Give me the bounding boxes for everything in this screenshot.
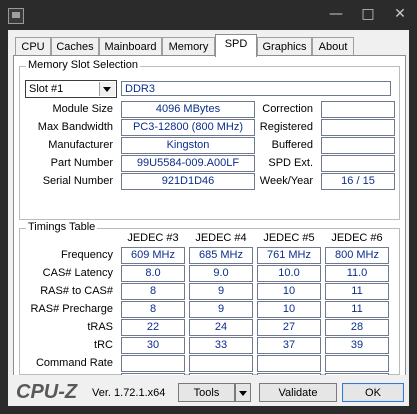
timings-cell: 9.0 xyxy=(189,265,253,282)
timings-row-label: tRAS xyxy=(87,321,113,333)
timings-cell: 33 xyxy=(189,337,253,354)
timings-row-label: Frequency xyxy=(61,249,113,261)
week-year-label: Week/Year xyxy=(259,175,313,187)
registered-value xyxy=(321,119,395,136)
tab-mainboard[interactable]: Mainboard xyxy=(99,37,162,56)
week-year-value: 16 / 15 xyxy=(321,173,395,190)
minimize-button[interactable]: — xyxy=(320,0,352,30)
timings-cell: 37 xyxy=(257,337,321,354)
tab-caches[interactable]: Caches xyxy=(51,37,99,56)
module-size-label: Module Size xyxy=(52,103,113,115)
memory-slot-group: Memory Slot Selection Slot #1 DDR3 Modul… xyxy=(19,59,400,220)
close-button[interactable]: ✕ xyxy=(384,0,416,30)
max-bandwidth-label: Max Bandwidth xyxy=(37,121,113,133)
maximize-button[interactable]: □ xyxy=(352,0,384,30)
tab-spd[interactable]: SPD xyxy=(215,34,257,57)
memory-type-value: DDR3 xyxy=(121,81,391,96)
part-number-label: Part Number xyxy=(50,157,113,169)
ok-button[interactable]: OK xyxy=(342,383,404,402)
spd-ext-label: SPD Ext. xyxy=(268,157,313,169)
timings-cell xyxy=(325,355,389,372)
tab-about[interactable]: About xyxy=(312,37,354,56)
timings-cell: 39 xyxy=(325,337,389,354)
timings-cell: 30 xyxy=(121,337,185,354)
correction-label: Correction xyxy=(262,103,313,115)
buffered-label: Buffered xyxy=(271,139,313,151)
memory-slot-group-title: Memory Slot Selection xyxy=(26,59,141,71)
tools-button[interactable]: Tools xyxy=(178,383,235,402)
timings-column-header: JEDEC #6 xyxy=(331,232,383,244)
timings-cell: 761 MHz xyxy=(257,247,321,264)
timings-cell: 11.0 xyxy=(325,265,389,282)
timings-cell: 10.0 xyxy=(257,265,321,282)
timings-column-header: JEDEC #3 xyxy=(127,232,179,244)
chevron-down-icon xyxy=(103,87,111,92)
spd-ext-value xyxy=(321,155,395,172)
version-label: Ver. 1.72.1.x64 xyxy=(92,387,166,399)
timings-cell xyxy=(189,355,253,372)
module-size-value: 4096 MBytes xyxy=(121,101,255,118)
footer-bar: CPU-Z Ver. 1.72.1.x64 Tools Validate OK xyxy=(8,375,409,406)
slot-select[interactable]: Slot #1 xyxy=(25,80,117,98)
title-bar: — □ ✕ xyxy=(0,0,417,30)
timings-row-label: RAS# Precharge xyxy=(30,303,113,315)
chevron-down-icon xyxy=(239,391,247,396)
main-window: CPU Caches Mainboard Memory SPD Graphics… xyxy=(8,30,409,406)
max-bandwidth-value: PC3-12800 (800 MHz) xyxy=(121,119,255,136)
timings-cell: 609 MHz xyxy=(121,247,185,264)
timings-cell xyxy=(121,355,185,372)
timings-cell xyxy=(257,355,321,372)
timings-cell: 8.0 xyxy=(121,265,185,282)
timings-cell: 27 xyxy=(257,319,321,336)
timings-column-header: JEDEC #4 xyxy=(195,232,247,244)
timings-row-label: CAS# Latency xyxy=(42,267,113,279)
timings-cell: 22 xyxy=(121,319,185,336)
timings-cell: 10 xyxy=(257,283,321,300)
timings-cell: 8 xyxy=(121,283,185,300)
part-number-value: 99U5584-009.A00LF xyxy=(121,155,255,172)
serial-number-label: Serial Number xyxy=(42,175,113,187)
cpuz-logo: CPU-Z xyxy=(16,381,78,403)
tab-cpu[interactable]: CPU xyxy=(15,37,51,56)
timings-row-label: tRC xyxy=(94,339,113,351)
timings-cell: 800 MHz xyxy=(325,247,389,264)
timings-cell: 9 xyxy=(189,283,253,300)
spd-panel: Memory Slot Selection Slot #1 DDR3 Modul… xyxy=(13,55,406,390)
timings-cell: 685 MHz xyxy=(189,247,253,264)
timings-group-title: Timings Table xyxy=(26,221,98,233)
timings-cell: 9 xyxy=(189,301,253,318)
correction-value xyxy=(321,101,395,118)
slot-select-value: Slot #1 xyxy=(29,83,64,95)
buffered-value xyxy=(321,137,395,154)
timings-row-label: RAS# to CAS# xyxy=(40,285,113,297)
timings-cell: 28 xyxy=(325,319,389,336)
registered-label: Registered xyxy=(259,121,313,133)
tab-graphics[interactable]: Graphics xyxy=(257,37,312,56)
timings-cell: 10 xyxy=(257,301,321,318)
timings-group: Timings Table JEDEC #3 JEDEC #4 JEDEC #5 JE… xyxy=(19,221,400,390)
timings-cell: 24 xyxy=(189,319,253,336)
app-icon[interactable] xyxy=(8,8,24,24)
tools-dropdown-button[interactable] xyxy=(235,383,251,402)
timings-column-header: JEDEC #5 xyxy=(263,232,315,244)
manufacturer-label: Manufacturer xyxy=(48,139,113,151)
manufacturer-value: Kingston xyxy=(121,137,255,154)
timings-row-label: Command Rate xyxy=(35,357,113,369)
slot-dropdown-button[interactable] xyxy=(99,82,115,96)
serial-number-value: 921D1D46 xyxy=(121,173,255,190)
timings-cell: 11 xyxy=(325,301,389,318)
timings-cell: 8 xyxy=(121,301,185,318)
tab-memory[interactable]: Memory xyxy=(162,37,215,56)
validate-button[interactable]: Validate xyxy=(259,383,337,402)
timings-cell: 11 xyxy=(325,283,389,300)
